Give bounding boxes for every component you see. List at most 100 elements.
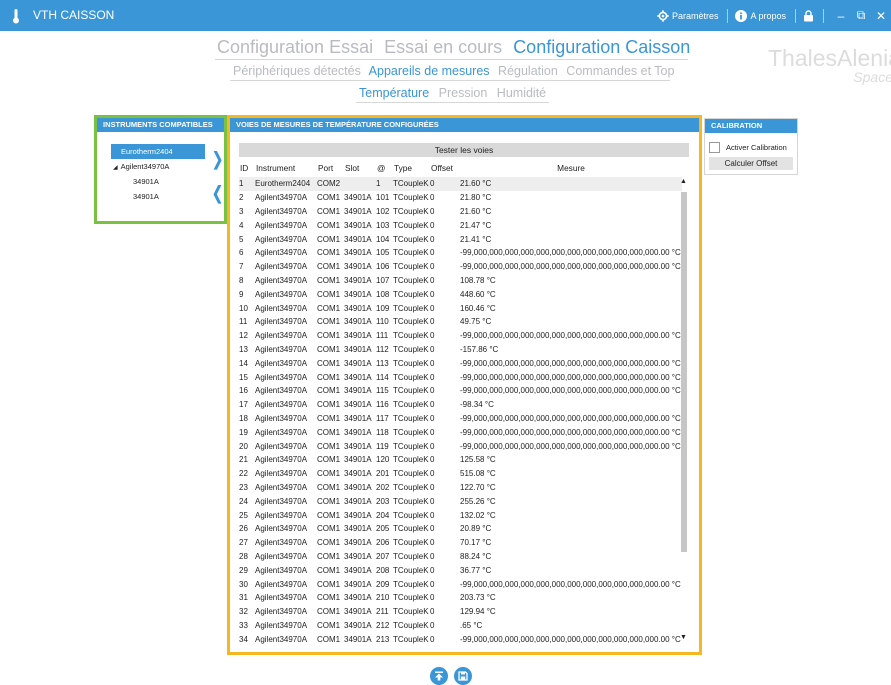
cell-port: COM1 [317, 234, 341, 244]
scroll-down-icon[interactable]: ▼ [680, 634, 687, 641]
cell-id: 16 [239, 386, 248, 396]
save-icon [458, 671, 468, 681]
cell-instrument: Agilent34970A [255, 220, 308, 230]
tab-commandes-et-top[interactable]: Commandes et Top [566, 64, 674, 78]
minimize-icon[interactable]: – [831, 9, 851, 23]
tab-temperature[interactable]: Température [359, 86, 429, 100]
checkbox-box[interactable] [709, 142, 720, 153]
table-row[interactable]: 29 Agilent34970A COM1 34901A 208 TCoupleK 0 36.… [239, 563, 682, 577]
column-header-address[interactable]: @ [376, 158, 393, 177]
column-header-instrument[interactable]: Instrument [255, 158, 317, 177]
table-row[interactable]: 13 Agilent34970A COM1 34901A 112 TCoupleK 0 -15… [239, 343, 682, 357]
thermometer-icon [13, 9, 19, 24]
cell-type: TCoupleK [393, 579, 429, 589]
cell-offset: 0 [430, 275, 435, 285]
column-header-mesure[interactable]: Mesure [460, 158, 682, 177]
table-row[interactable]: 2 Agilent34970A COM1 34901A 101 TCoupleK 0 21.8… [239, 191, 682, 205]
cell-slot: 34901A [344, 593, 372, 603]
test-channels-button[interactable]: Tester les voies [239, 143, 689, 157]
tab-configuration-essai[interactable]: Configuration Essai [217, 37, 373, 57]
cell-instrument: Agilent34970A [255, 593, 308, 603]
table-row[interactable]: 24 Agilent34970A COM1 34901A 203 TCoupleK 0 255… [239, 494, 682, 508]
close-icon[interactable]: ✕ [871, 9, 891, 23]
gear-icon [657, 9, 669, 22]
activate-calibration-checkbox[interactable]: Activer Calibration [709, 142, 787, 153]
table-row[interactable]: 22 Agilent34970A COM1 34901A 201 TCoupleK 0 515… [239, 467, 682, 481]
cell-port: COM1 [317, 220, 341, 230]
table-row[interactable]: 5 Agilent34970A COM1 34901A 104 TCoupleK 0 21.4… [239, 232, 682, 246]
table-row[interactable]: 18 Agilent34970A COM1 34901A 117 TCoupleK 0 -99… [239, 412, 682, 426]
instrument-item-agilent[interactable]: ◢ Agilent34970A [111, 159, 205, 174]
cell-mesure: 448.60 °C [460, 289, 496, 299]
table-row[interactable]: 10 Agilent34970A COM1 34901A 109 TCoupleK 0 160… [239, 301, 682, 315]
cell-id: 14 [239, 358, 248, 368]
restore-icon[interactable]: ⧉ [851, 8, 871, 23]
cell-port: COM1 [317, 482, 341, 492]
table-row[interactable]: 17 Agilent34970A COM1 34901A 116 TCoupleK 0 -98… [239, 398, 682, 412]
compute-offset-button[interactable]: Calculer Offset [709, 157, 793, 170]
tab-peripheriques[interactable]: Périphériques détectés [233, 64, 361, 78]
table-row[interactable]: 4 Agilent34970A COM1 34901A 103 TCoupleK 0 21.4… [239, 218, 682, 232]
table-row[interactable]: 25 Agilent34970A COM1 34901A 204 TCoupleK 0 132… [239, 508, 682, 522]
table-row[interactable]: 33 Agilent34970A COM1 34901A 212 TCoupleK 0 .65… [239, 619, 682, 633]
cell-address: 206 [376, 538, 390, 548]
table-row[interactable]: 27 Agilent34970A COM1 34901A 206 TCoupleK 0 70.… [239, 536, 682, 550]
cell-mesure: 132.02 °C [460, 510, 496, 520]
cell-address: 213 [376, 634, 390, 644]
instrument-item-module[interactable]: 34901A [111, 174, 205, 189]
table-row[interactable]: 3 Agilent34970A COM1 34901A 102 TCoupleK 0 21.6… [239, 205, 682, 219]
table-row[interactable]: 16 Agilent34970A COM1 34901A 115 TCoupleK 0 -99… [239, 384, 682, 398]
instruments-header: INSTRUMENTS COMPATIBLES [97, 118, 224, 132]
column-header-offset[interactable]: Offset [430, 158, 460, 177]
table-row[interactable]: 28 Agilent34970A COM1 34901A 207 TCoupleK 0 88.… [239, 550, 682, 564]
voies-panel: VOIES DE MESURES DE TEMPÉRATURE CONFIGUR… [227, 115, 702, 655]
tab-configuration-caisson[interactable]: Configuration Caisson [513, 37, 690, 57]
table-row[interactable]: 11 Agilent34970A COM1 34901A 110 TCoupleK 0 49.… [239, 315, 682, 329]
tab-pression[interactable]: Pression [439, 86, 488, 100]
instrument-item-module[interactable]: 34901A [111, 189, 205, 204]
cell-address: 120 [376, 455, 390, 465]
column-header-slot[interactable]: Slot [344, 158, 376, 177]
column-header-type[interactable]: Type [393, 158, 430, 177]
table-row[interactable]: 15 Agilent34970A COM1 34901A 114 TCoupleK 0 -99… [239, 370, 682, 384]
tab-regulation[interactable]: Régulation [498, 64, 558, 78]
column-header-id[interactable]: ID [239, 158, 255, 177]
table-row[interactable]: 31 Agilent34970A COM1 34901A 210 TCoupleK 0 203… [239, 591, 682, 605]
table-row[interactable]: 7 Agilent34970A COM1 34901A 106 TCoupleK 0 -99,… [239, 260, 682, 274]
scroll-up-icon[interactable]: ▲ [680, 178, 687, 185]
expand-triangle-icon[interactable]: ◢ [113, 161, 118, 176]
table-row[interactable]: 14 Agilent34970A COM1 34901A 113 TCoupleK 0 -99… [239, 356, 682, 370]
table-row[interactable]: 9 Agilent34970A COM1 34901A 108 TCoupleK 0 448.… [239, 287, 682, 301]
chevron-right-icon[interactable]: ❭ [210, 150, 225, 168]
instrument-item-eurotherm[interactable]: Eurotherm2404 [111, 144, 205, 159]
table-row[interactable]: 26 Agilent34970A COM1 34901A 205 TCoupleK 0 20.… [239, 522, 682, 536]
tab-humidite[interactable]: Humidité [497, 86, 546, 100]
table-row[interactable]: 30 Agilent34970A COM1 34901A 209 TCoupleK 0 -99… [239, 577, 682, 591]
cell-type: TCoupleK [393, 482, 429, 492]
scrollbar-thumb[interactable] [681, 192, 687, 552]
upload-button[interactable] [430, 667, 448, 685]
table-row[interactable]: 21 Agilent34970A COM1 34901A 120 TCoupleK 0 125… [239, 453, 682, 467]
table-row[interactable]: 1 Eurotherm2404 COM2 1 TCoupleK 0 21.60 °C [239, 177, 682, 191]
chevron-left-icon[interactable]: ❬ [210, 184, 225, 202]
save-button[interactable] [454, 667, 472, 685]
lock-button[interactable] [803, 9, 814, 22]
table-row[interactable]: 8 Agilent34970A COM1 34901A 107 TCoupleK 0 108.… [239, 274, 682, 288]
cell-type: TCoupleK [393, 565, 429, 575]
settings-button[interactable]: Paramètres [657, 9, 718, 22]
cell-address: 115 [376, 386, 389, 396]
table-row[interactable]: 32 Agilent34970A COM1 34901A 211 TCoupleK 0 129… [239, 605, 682, 619]
table-row[interactable]: 12 Agilent34970A COM1 34901A 111 TCoupleK 0 -99… [239, 329, 682, 343]
table-row[interactable]: 20 Agilent34970A COM1 34901A 119 TCoupleK 0 -99… [239, 439, 682, 453]
table-row[interactable]: 34 Agilent34970A COM1 34901A 213 TCoupleK 0 -99… [239, 632, 682, 646]
cell-type: TCoupleK [393, 469, 429, 479]
table-row[interactable]: 6 Agilent34970A COM1 34901A 105 TCoupleK 0 -99,… [239, 246, 682, 260]
table-row[interactable]: 23 Agilent34970A COM1 34901A 202 TCoupleK 0 122… [239, 481, 682, 495]
about-button[interactable]: A propos [735, 9, 786, 22]
column-header-port[interactable]: Port [317, 158, 344, 177]
table-row[interactable]: 19 Agilent34970A COM1 34901A 118 TCoupleK 0 -99… [239, 425, 682, 439]
cell-address: 205 [376, 524, 390, 534]
cell-offset: 0 [430, 413, 435, 423]
tab-appareils-de-mesures[interactable]: Appareils de mesures [369, 64, 490, 78]
tab-essai-en-cours[interactable]: Essai en cours [384, 37, 502, 57]
